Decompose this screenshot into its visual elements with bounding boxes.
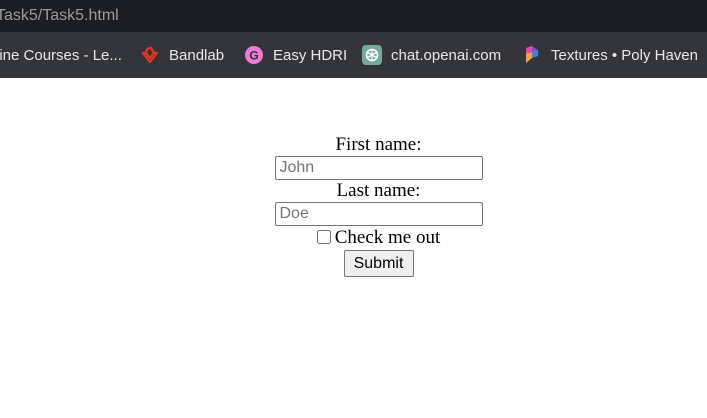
poly-haven-icon	[522, 45, 542, 65]
bookmark-label: Easy HDRI	[273, 46, 348, 64]
svg-text:G: G	[249, 49, 258, 63]
last-name-input[interactable]	[274, 202, 483, 226]
check-row: Check me out	[0, 226, 707, 250]
first-name-label: First name:	[335, 134, 422, 155]
page-content: First name: Last name: Check me out Subm…	[0, 78, 707, 418]
bookmark-label: Textures • Poly Haven	[551, 46, 698, 64]
bookmark-online-courses[interactable]: line Courses - Le...	[0, 32, 122, 78]
last-name-label: Last name:	[336, 180, 421, 201]
address-bar[interactable]: Task5/Task5.html	[0, 0, 707, 32]
check-me-out-checkbox[interactable]	[316, 230, 331, 244]
bookmark-chat-openai[interactable]: chat.openai.com	[362, 32, 501, 78]
easy-hdri-icon: G	[244, 45, 264, 65]
check-me-out-label: Check me out	[334, 227, 441, 248]
first-name-input[interactable]	[274, 156, 483, 180]
bookmark-label: line Courses - Le...	[0, 46, 122, 64]
signup-form: First name: Last name: Check me out Subm…	[0, 134, 707, 277]
bookmark-bandlab[interactable]: Bandlab	[140, 32, 224, 78]
bookmarks-bar: line Courses - Le... Bandlab G Easy HDRI	[0, 32, 707, 78]
bookmark-easy-hdri[interactable]: G Easy HDRI	[244, 32, 347, 78]
openai-icon	[362, 45, 382, 65]
submit-button[interactable]: Submit	[343, 250, 414, 277]
bandlab-icon	[140, 45, 160, 65]
bookmark-poly-haven[interactable]: Textures • Poly Haven	[522, 32, 698, 78]
address-url[interactable]: Task5/Task5.html	[0, 0, 119, 32]
bookmark-label: Bandlab	[169, 46, 225, 64]
bookmark-label: chat.openai.com	[391, 46, 502, 64]
